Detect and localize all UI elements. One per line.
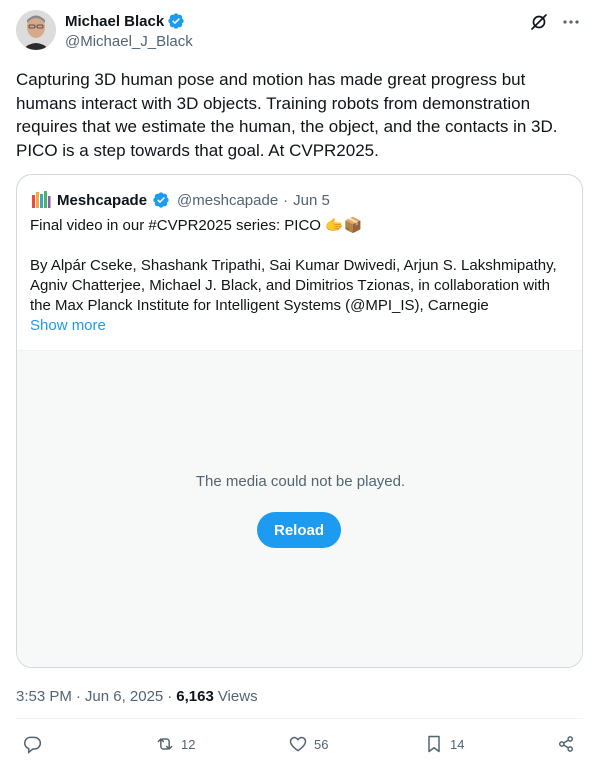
share-button[interactable] bbox=[556, 734, 576, 754]
retweet-count: 12 bbox=[181, 736, 196, 752]
quoted-tweet[interactable]: Meshcapade @meshcapade · Jun 5 Final vid… bbox=[16, 174, 583, 668]
show-more-link[interactable]: Show more bbox=[30, 317, 106, 334]
tweet-meta: 3:53 PM · Jun 6, 2025 · 6,163 Views bbox=[16, 688, 258, 705]
tweet-time[interactable]: 3:53 PM bbox=[16, 688, 72, 705]
grok-icon[interactable] bbox=[529, 12, 549, 32]
quoted-tweet-header: Meshcapade @meshcapade · Jun 5 bbox=[30, 189, 330, 211]
author-name-text: Michael Black bbox=[65, 12, 165, 30]
bookmark-button[interactable]: 14 bbox=[424, 734, 464, 754]
verified-badge-icon bbox=[168, 13, 184, 29]
reload-button[interactable]: Reload bbox=[257, 512, 341, 548]
media-player: The media could not be played. Reload bbox=[17, 350, 582, 667]
share-icon bbox=[559, 736, 573, 752]
like-count: 56 bbox=[314, 736, 329, 752]
quoted-tweet-text: Final video in our #CVPR2025 series: PIC… bbox=[30, 217, 557, 314]
views-label: Views bbox=[217, 688, 258, 705]
retweet-button[interactable]: 12 bbox=[155, 734, 195, 754]
divider bbox=[16, 718, 583, 719]
reply-icon bbox=[24, 736, 42, 754]
quoted-verified-badge-icon bbox=[153, 192, 169, 208]
meshcapade-logo bbox=[30, 189, 52, 211]
tweet-text: Capturing 3D human pose and motion has m… bbox=[16, 70, 558, 160]
meta-separator: · bbox=[75, 688, 81, 705]
tweet-date[interactable]: Jun 6, 2025 bbox=[85, 688, 163, 705]
reply-button[interactable] bbox=[22, 734, 48, 754]
avatar[interactable] bbox=[16, 10, 56, 50]
quoted-separator: · bbox=[283, 191, 289, 209]
views-count: 6,163 bbox=[176, 688, 214, 705]
meta-separator: · bbox=[167, 688, 173, 705]
quoted-author-name[interactable]: Meshcapade bbox=[57, 192, 147, 209]
author-name[interactable]: Michael Black bbox=[65, 12, 185, 30]
author-handle[interactable]: @Michael_J_Black bbox=[65, 33, 193, 50]
heart-icon bbox=[289, 736, 307, 752]
quoted-date[interactable]: Jun 5 bbox=[293, 192, 330, 209]
header-actions bbox=[529, 12, 581, 32]
action-bar: 12 56 14 bbox=[0, 734, 599, 762]
quoted-author-handle[interactable]: @meshcapade bbox=[177, 192, 278, 209]
like-button[interactable]: 56 bbox=[288, 734, 328, 754]
more-options-icon[interactable] bbox=[561, 12, 581, 32]
bookmark-icon bbox=[428, 735, 440, 753]
retweet-icon bbox=[157, 738, 173, 750]
bookmark-count: 14 bbox=[450, 736, 465, 752]
avatar-image bbox=[16, 10, 56, 50]
tweet: Michael Black @Michael_J_Black Capturing… bbox=[0, 0, 599, 772]
media-error-message: The media could not be played. bbox=[195, 473, 406, 490]
